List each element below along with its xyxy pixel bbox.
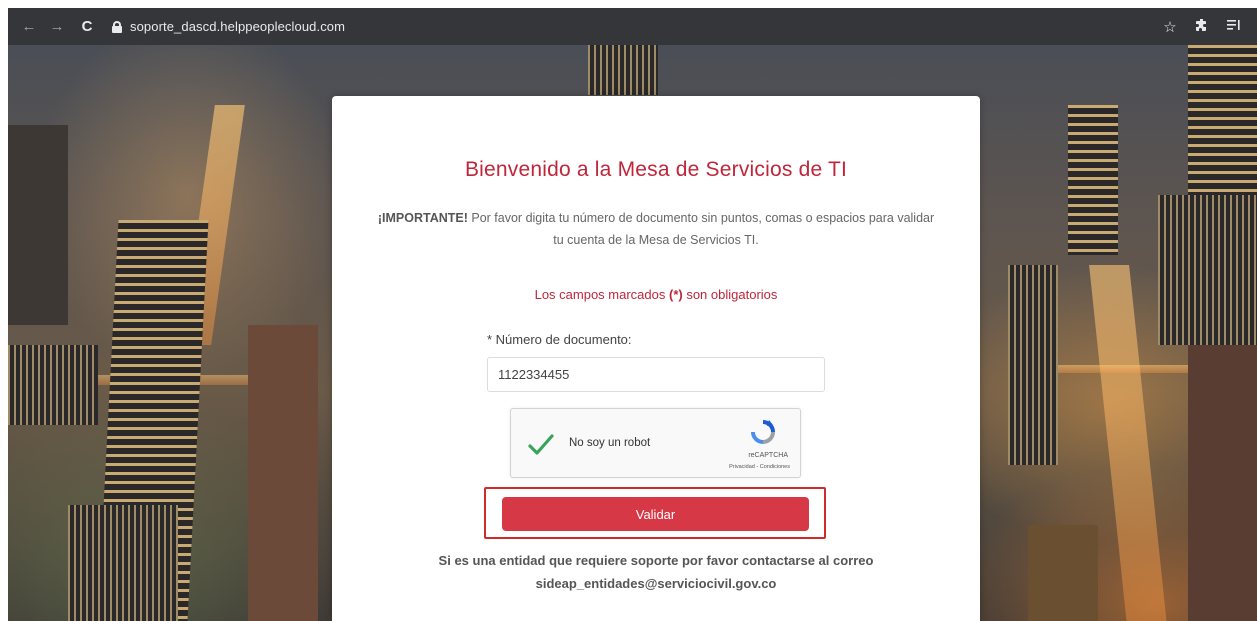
required-fields-note: Los campos marcados (*) son obligatorios: [332, 287, 980, 302]
star-icon[interactable]: ☆: [1161, 18, 1179, 36]
lock-icon[interactable]: [112, 20, 122, 33]
support-contact-email[interactable]: sideap_entidades@serviciocivil.gov.co: [352, 572, 960, 595]
recaptcha-checkmark-icon[interactable]: [527, 431, 555, 459]
required-mark: (*): [669, 287, 683, 302]
recaptcha-widget: No soy un robot reCAPTCHA Privacidad - C…: [510, 408, 801, 478]
support-contact-text: Si es una entidad que requiere soporte p…: [438, 553, 874, 568]
recaptcha-brand: reCAPTCHA: [748, 452, 788, 459]
support-contact-note: Si es una entidad que requiere soporte p…: [352, 549, 960, 595]
reading-list-icon[interactable]: [1225, 18, 1243, 35]
back-arrow-icon[interactable]: ←: [18, 16, 40, 38]
required-prefix: Los campos marcados: [534, 287, 669, 302]
important-notice: ¡IMPORTANTE! Por favor digita tu número …: [372, 207, 940, 251]
recaptcha-privacy-links[interactable]: Privacidad - Condiciones: [729, 464, 790, 470]
important-text: Por favor digita tu número de documento …: [467, 211, 935, 247]
important-label: ¡IMPORTANTE!: [377, 211, 468, 225]
recaptcha-label: No soy un robot: [569, 437, 651, 449]
browser-toolbar: ← → C soporte_dascd.helppeoplecloud.com …: [8, 8, 1257, 45]
document-number-label: * Número de documento:: [487, 332, 632, 347]
required-suffix: son obligatorios: [682, 287, 778, 302]
page-title: Bienvenido a la Mesa de Servicios de TI: [464, 158, 848, 181]
extensions-icon[interactable]: [1193, 18, 1211, 36]
reload-icon[interactable]: C: [76, 16, 98, 38]
validate-button[interactable]: Validar: [502, 497, 809, 531]
document-number-input[interactable]: [487, 357, 825, 392]
address-bar-url[interactable]: soporte_dascd.helppeoplecloud.com: [130, 19, 345, 34]
forward-arrow-icon[interactable]: →: [46, 16, 68, 38]
login-card: Bienvenido a la Mesa de Servicios de TI …: [332, 96, 980, 621]
recaptcha-logo-icon: [749, 419, 777, 445]
